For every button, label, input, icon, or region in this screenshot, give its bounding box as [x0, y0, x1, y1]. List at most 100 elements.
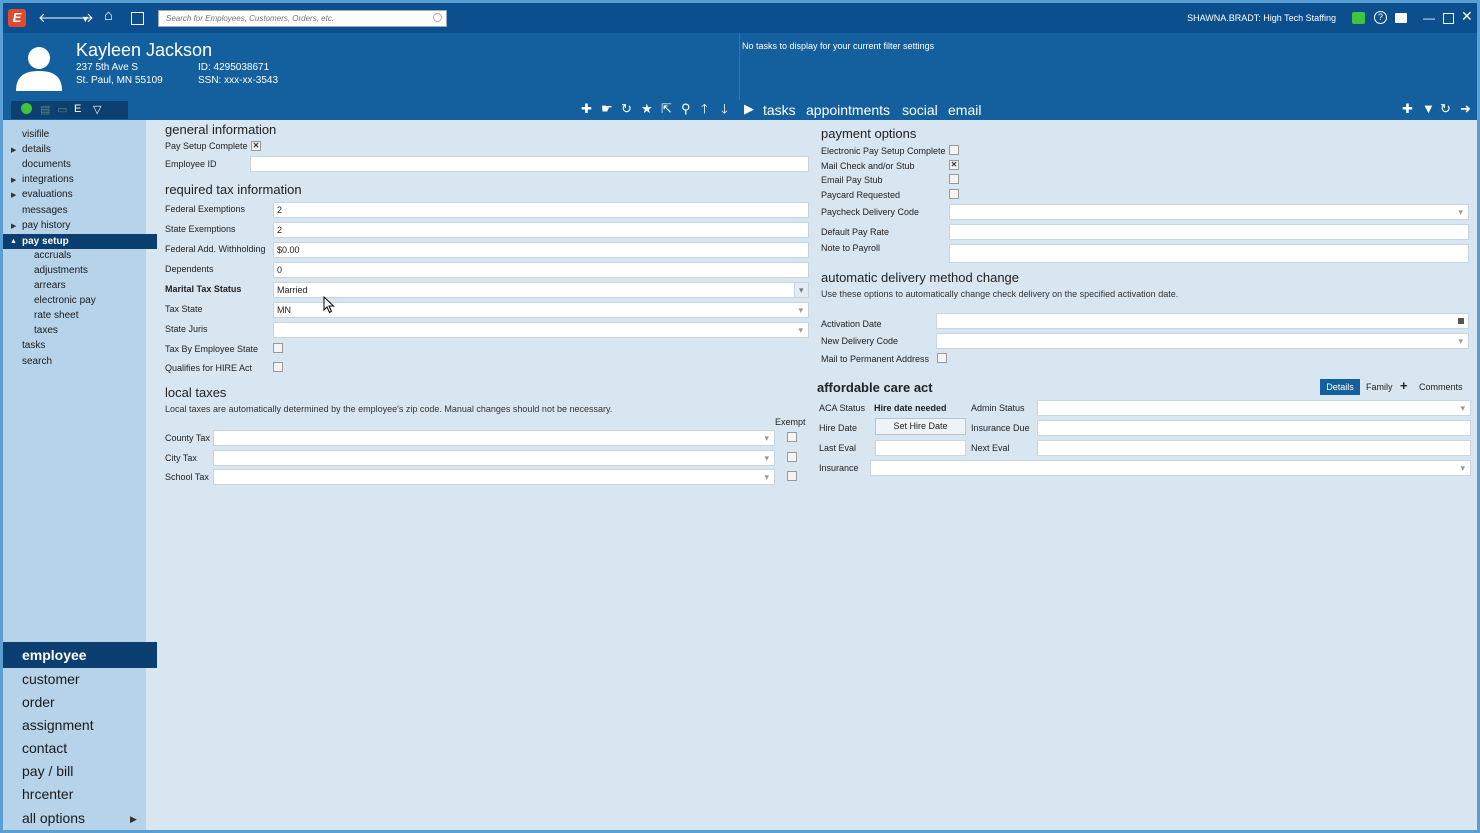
filter-funnel-icon[interactable]: ▽ — [93, 103, 101, 116]
help-icon[interactable]: ? — [1374, 11, 1387, 24]
chat-icon[interactable] — [1395, 13, 1407, 23]
app-logo-icon[interactable]: E — [8, 9, 26, 27]
forward-icon[interactable]: ➜ — [1460, 101, 1471, 117]
all-options-arrow-icon[interactable]: ▶ — [130, 814, 137, 825]
add-task-icon[interactable]: ✚ — [1402, 101, 1413, 117]
close-icon[interactable]: ✕ — [1461, 9, 1473, 23]
admin-status-select[interactable] — [1037, 400, 1471, 416]
global-search-input[interactable] — [159, 11, 446, 26]
set-hire-date-button[interactable]: Set Hire Date — [875, 418, 966, 435]
sidebar-sub-adjustments[interactable]: adjustments — [34, 265, 88, 276]
save-icon[interactable] — [131, 12, 144, 25]
sidebar-item-visifile[interactable]: visifile — [22, 129, 49, 140]
hire-act-checkbox[interactable] — [273, 362, 283, 372]
tab-family[interactable]: Family — [1366, 382, 1393, 392]
nav-order[interactable]: order — [22, 694, 55, 710]
search-icon[interactable]: ⚲ — [681, 101, 691, 117]
county-tax-select[interactable] — [213, 430, 775, 446]
tab-comments[interactable]: Comments — [1419, 382, 1463, 392]
status-letter[interactable]: E — [74, 103, 81, 115]
add-icon[interactable]: + — [1400, 378, 1408, 393]
electronic-pay-checkbox[interactable] — [949, 145, 959, 155]
nav-employee[interactable]: employee — [22, 647, 87, 663]
state-juris-select[interactable] — [273, 322, 809, 338]
insurance-select[interactable] — [870, 460, 1471, 476]
nav-all-options[interactable]: all options — [22, 810, 85, 826]
sidebar-item-search[interactable]: search — [22, 356, 52, 367]
maximize-icon[interactable] — [1443, 13, 1454, 24]
add-green-icon[interactable] — [1352, 12, 1365, 24]
insurance-due-field[interactable] — [1037, 420, 1471, 436]
expand-arrow-icon[interactable]: ▶ — [11, 191, 16, 199]
email-stub-checkbox[interactable] — [949, 174, 959, 184]
sidebar-sub-arrears[interactable]: arrears — [34, 280, 66, 291]
tab-social[interactable]: social — [902, 102, 938, 118]
chevron-down-icon[interactable] — [794, 283, 808, 297]
new-delivery-code-select[interactable] — [936, 333, 1469, 349]
status-dot-icon[interactable] — [21, 103, 32, 114]
employee-id-field[interactable] — [250, 156, 809, 172]
history-dropdown-icon[interactable]: ▼ — [81, 12, 90, 27]
note-to-payroll-field[interactable] — [949, 244, 1469, 263]
county-tax-exempt-checkbox[interactable] — [787, 432, 797, 442]
school-tax-exempt-checkbox[interactable] — [787, 471, 797, 481]
tab-email[interactable]: email — [948, 102, 981, 118]
sidebar-item-integrations[interactable]: integrations — [22, 174, 74, 185]
tab-tasks[interactable]: tasks — [763, 102, 796, 118]
city-tax-select[interactable] — [213, 450, 775, 466]
federal-add-withholding-field[interactable]: $0.00 — [273, 242, 809, 258]
tab-details[interactable]: Details — [1320, 379, 1360, 395]
sidebar-item-details[interactable]: details — [22, 144, 51, 155]
marital-status-select[interactable]: Married — [273, 282, 809, 298]
up-arrow-icon[interactable]: 🡑 — [701, 101, 708, 117]
minimize-icon[interactable]: — — [1423, 11, 1435, 25]
add-icon[interactable]: ✚ — [581, 101, 592, 117]
down-arrow-icon[interactable]: 🡓 — [721, 101, 728, 117]
list-icon[interactable]: ▤ — [40, 103, 50, 116]
expand-arrow-icon[interactable]: ▶ — [11, 176, 16, 184]
star-icon[interactable]: ★ — [641, 101, 653, 117]
external-link-icon[interactable]: ⇱ — [661, 101, 672, 117]
card-icon[interactable]: ▭ — [57, 103, 67, 116]
refresh-icon[interactable]: ↻ — [621, 101, 632, 117]
filter-icon[interactable]: ▼ — [1422, 101, 1435, 117]
sidebar-sub-rate-sheet[interactable]: rate sheet — [34, 310, 78, 321]
delivery-code-select[interactable] — [949, 204, 1469, 220]
last-eval-field[interactable] — [875, 440, 966, 456]
sidebar-item-documents[interactable]: documents — [22, 159, 71, 170]
sidebar-item-evaluations[interactable]: evaluations — [22, 189, 73, 200]
home-icon[interactable]: ⌂ — [104, 8, 113, 23]
nav-contact[interactable]: contact — [22, 740, 67, 756]
search-icon[interactable] — [433, 13, 442, 22]
federal-exemptions-field[interactable]: 2 — [273, 202, 809, 218]
mail-perm-checkbox[interactable] — [937, 353, 947, 363]
collapse-arrow-icon[interactable]: ▲ — [10, 238, 17, 245]
activation-date-field[interactable] — [936, 313, 1469, 329]
sidebar-item-messages[interactable]: messages — [22, 205, 68, 216]
pointer-icon[interactable]: ☛ — [601, 101, 613, 117]
sidebar-sub-taxes[interactable]: taxes — [34, 325, 58, 336]
pay-setup-complete-checkbox[interactable]: ✕ — [251, 141, 261, 151]
tax-state-select[interactable]: MN — [273, 302, 809, 318]
global-search[interactable] — [158, 10, 447, 27]
nav-assignment[interactable]: assignment — [22, 717, 94, 733]
expand-arrow-icon[interactable]: ▶ — [11, 146, 16, 154]
sidebar-sub-accruals[interactable]: accruals — [34, 250, 71, 261]
sidebar-item-tasks[interactable]: tasks — [22, 340, 45, 351]
city-tax-exempt-checkbox[interactable] — [787, 452, 797, 462]
nav-hrcenter[interactable]: hrcenter — [22, 786, 73, 802]
paycard-checkbox[interactable] — [949, 189, 959, 199]
calendar-icon[interactable] — [1458, 318, 1464, 324]
expand-arrow-icon[interactable]: ▶ — [11, 222, 16, 230]
default-pay-rate-field[interactable] — [949, 224, 1469, 240]
school-tax-select[interactable] — [213, 469, 775, 485]
refresh-tasks-icon[interactable]: ↻ — [1440, 101, 1451, 117]
next-eval-field[interactable] — [1037, 440, 1471, 456]
tax-by-employee-state-checkbox[interactable] — [273, 343, 283, 353]
dependents-field[interactable]: 0 — [273, 262, 809, 278]
mail-check-checkbox[interactable]: ✕ — [949, 160, 959, 170]
state-exemptions-field[interactable]: 2 — [273, 222, 809, 238]
sidebar-item-pay-history[interactable]: pay history — [22, 220, 70, 231]
sidebar-item-pay-setup[interactable]: pay setup — [22, 236, 69, 247]
nav-pay-bill[interactable]: pay / bill — [22, 763, 73, 779]
